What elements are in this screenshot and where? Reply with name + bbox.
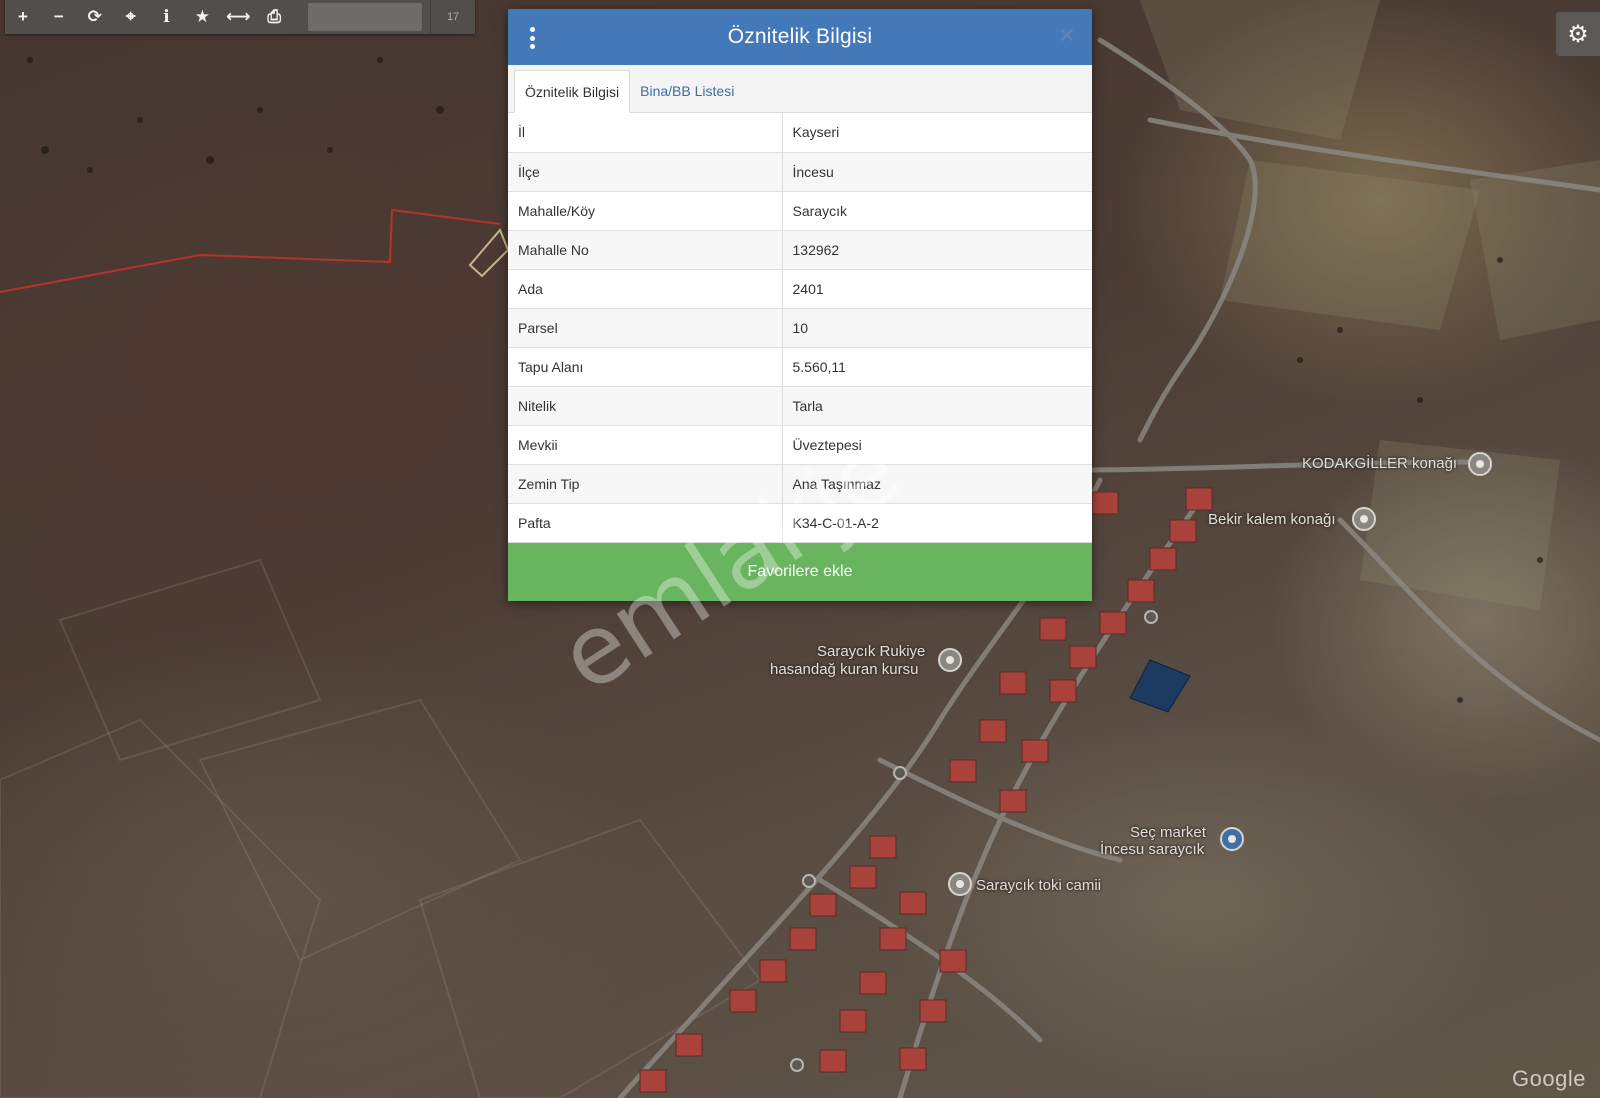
- close-icon[interactable]: ✕: [1058, 23, 1076, 49]
- table-row: Parsel 10: [508, 308, 1092, 348]
- bus-stop-icon[interactable]: [1144, 610, 1158, 624]
- map-toolbar: + − ⟳ ⌖ i ★ ⟷ ⎙ 17: [5, 0, 475, 34]
- row-key: Zemin Tip: [508, 464, 783, 504]
- info-icon[interactable]: i: [149, 0, 185, 34]
- row-key: İlçe: [508, 152, 783, 192]
- row-value: Saraycık: [782, 191, 1092, 231]
- table-row: Zemin Tip Ana Taşınmaz: [508, 464, 1092, 504]
- row-value: K34-C-01-A-2: [782, 503, 1092, 543]
- poi-label-market-2[interactable]: İncesu saraycık: [1100, 841, 1204, 858]
- tab-attribute-info[interactable]: Öznitelik Bilgisi: [514, 70, 631, 113]
- map-search-input[interactable]: [308, 3, 423, 31]
- dialog-header: Öznitelik Bilgisi ✕: [508, 9, 1092, 65]
- poi-pin-icon[interactable]: [1468, 452, 1492, 476]
- school-pin-icon[interactable]: [938, 648, 962, 672]
- row-key: Mahalle/Köy: [508, 191, 783, 231]
- shopping-pin-icon[interactable]: [1220, 827, 1244, 851]
- bus-stop-icon[interactable]: [893, 766, 907, 780]
- attribute-info-dialog: Öznitelik Bilgisi ✕ Öznitelik Bilgisi Bi…: [508, 9, 1092, 601]
- print-icon[interactable]: ⎙: [256, 0, 292, 34]
- poi-label-camii[interactable]: Saraycık toki camii: [976, 877, 1101, 894]
- zoom-in-icon[interactable]: +: [5, 0, 41, 34]
- bus-stop-icon[interactable]: [802, 874, 816, 888]
- table-row: Mahalle No 132962: [508, 230, 1092, 270]
- table-row: Nitelik Tarla: [508, 386, 1092, 426]
- row-value: Kayseri: [782, 113, 1092, 153]
- row-value: 2401: [782, 269, 1092, 309]
- locate-icon[interactable]: ⌖: [113, 0, 149, 34]
- row-key: Ada: [508, 269, 783, 309]
- kebab-menu-icon[interactable]: [528, 27, 536, 49]
- measure-icon[interactable]: ⟷: [220, 0, 256, 34]
- zoom-out-icon[interactable]: −: [41, 0, 77, 34]
- gear-icon[interactable]: ⚙: [1556, 12, 1600, 56]
- row-value: Üveztepesi: [782, 425, 1092, 465]
- star-icon[interactable]: ★: [184, 0, 220, 34]
- poi-label-bekir[interactable]: Bekir kalem konağı: [1208, 511, 1336, 528]
- row-value: 5.560,11: [782, 347, 1092, 387]
- table-row: Mevkii Üveztepesi: [508, 425, 1092, 465]
- row-key: Mahalle No: [508, 230, 783, 270]
- poi-label-kodakgiller[interactable]: KODAKGİLLER konağı: [1302, 455, 1457, 472]
- row-value: İncesu: [782, 152, 1092, 192]
- table-row: Ada 2401: [508, 269, 1092, 309]
- poi-label-kuran-2[interactable]: hasandağ kuran kursu: [770, 661, 918, 678]
- row-value: 132962: [782, 230, 1092, 270]
- row-key: Nitelik: [508, 386, 783, 426]
- table-row: Pafta K34-C-01-A-2: [508, 503, 1092, 543]
- tab-building-list[interactable]: Bina/BB Listesi: [630, 70, 744, 112]
- table-row: İl Kayseri: [508, 113, 1092, 153]
- row-key: Mevkii: [508, 425, 783, 465]
- table-row: Tapu Alanı 5.560,11: [508, 347, 1092, 387]
- zoom-level-indicator: 17: [430, 0, 475, 34]
- row-key: Tapu Alanı: [508, 347, 783, 387]
- table-row: Mahalle/Köy Saraycık: [508, 191, 1092, 231]
- row-value: 10: [782, 308, 1092, 348]
- dialog-title: Öznitelik Bilgisi: [727, 25, 873, 48]
- row-value: Ana Taşınmaz: [782, 464, 1092, 504]
- mosque-pin-icon[interactable]: [948, 872, 972, 896]
- google-attribution: Google: [1512, 1066, 1586, 1091]
- row-key: İl: [508, 113, 783, 153]
- dialog-tabs: Öznitelik Bilgisi Bina/BB Listesi: [508, 65, 1092, 113]
- bus-stop-icon[interactable]: [790, 1058, 804, 1072]
- refresh-icon[interactable]: ⟳: [77, 0, 113, 34]
- poi-label-market-1[interactable]: Seç market: [1130, 824, 1206, 841]
- attribute-table: İl Kayseri İlçe İncesu Mahalle/Köy Saraycık…: [508, 113, 1092, 543]
- row-key: Parsel: [508, 308, 783, 348]
- poi-label-kuran-1[interactable]: Saraycık Rukiye: [817, 643, 925, 660]
- poi-pin-icon[interactable]: [1352, 507, 1376, 531]
- table-row: İlçe İncesu: [508, 152, 1092, 192]
- row-key: Pafta: [508, 503, 783, 543]
- row-value: Tarla: [782, 386, 1092, 426]
- add-to-favorites-button[interactable]: Favorilere ekle: [508, 542, 1092, 601]
